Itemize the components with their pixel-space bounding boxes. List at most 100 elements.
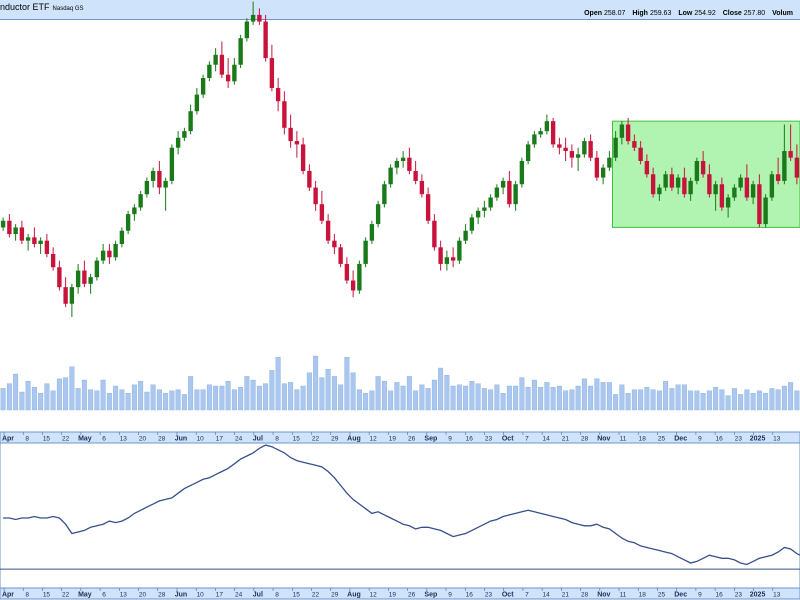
volume-bar xyxy=(725,395,731,411)
volume-bar xyxy=(338,384,344,411)
candle-body xyxy=(413,170,418,181)
upper-axis-label: 23 xyxy=(485,436,493,443)
lower-axis-label: 6 xyxy=(102,592,106,599)
candle-body xyxy=(138,194,143,208)
volume-bar xyxy=(550,387,556,411)
candle-body xyxy=(219,54,225,75)
upper-axis-label: 7 xyxy=(525,436,529,443)
candle-body xyxy=(163,180,168,188)
upper-axis-label: 6 xyxy=(102,436,106,443)
volume-bar xyxy=(150,384,156,411)
candle-body xyxy=(563,147,568,152)
volume-bar xyxy=(794,390,800,411)
candle-body xyxy=(94,260,100,278)
volume-bar xyxy=(25,381,31,411)
volume-bar xyxy=(231,389,237,411)
lower-axis-label: 17 xyxy=(216,592,224,599)
lower-axis-label: 21 xyxy=(562,592,570,599)
volume-bar xyxy=(350,372,356,411)
volume-bar xyxy=(650,389,656,411)
candle-body xyxy=(350,280,356,291)
volume-bar xyxy=(356,389,362,411)
lower-axis-label: 13 xyxy=(773,592,781,599)
candle-body xyxy=(707,174,712,195)
volume-bar xyxy=(569,389,575,411)
volume-bar xyxy=(438,367,444,411)
volume-bar xyxy=(506,385,512,411)
volume-bar xyxy=(581,378,587,411)
candle-body xyxy=(57,267,62,288)
upper-axis-label: Dec xyxy=(674,436,687,443)
volume-bar xyxy=(769,388,775,411)
upper-axis-label: 22 xyxy=(312,436,320,443)
candle-body xyxy=(294,141,300,145)
volume-bar xyxy=(256,385,262,411)
candle-body xyxy=(38,240,43,244)
volume-bar xyxy=(606,382,612,411)
volume-bar xyxy=(763,393,769,411)
candle-body xyxy=(338,247,343,264)
volume-bar xyxy=(731,388,737,411)
candle-body xyxy=(50,253,56,268)
lower-axis-label: 14 xyxy=(543,592,551,599)
volume-bar xyxy=(331,376,337,411)
candle-body xyxy=(513,184,518,205)
volume-bar xyxy=(475,383,481,411)
volume-bar xyxy=(319,377,325,411)
candle-body xyxy=(107,250,112,258)
candle-body xyxy=(788,151,793,158)
volume-bar xyxy=(313,355,319,411)
candle-body xyxy=(550,121,556,145)
candle-body xyxy=(169,147,175,181)
candle-body xyxy=(157,170,162,188)
candle-body xyxy=(525,144,531,161)
volume-bar xyxy=(0,388,6,411)
volume-bar xyxy=(106,393,112,411)
lower-axis-label: 20 xyxy=(139,592,147,599)
volume-bar xyxy=(713,387,719,411)
volume-bar xyxy=(419,384,425,411)
candle-body xyxy=(638,147,643,161)
candle-body xyxy=(44,240,50,254)
chart-canvas: Apr 8 15 22 May 6 13 20 28 Jun 10 17 24 Jul 8 15 22 29 Aug… xyxy=(0,1,800,600)
candle-body xyxy=(19,227,25,241)
candle-body xyxy=(682,177,687,195)
volume-bar xyxy=(181,394,187,411)
candle-body xyxy=(150,170,156,181)
candle-body xyxy=(450,257,456,261)
upper-axis-label: 29 xyxy=(331,436,339,443)
volume-bar xyxy=(194,389,200,411)
upper-axis-label: 17 xyxy=(216,436,224,443)
lower-axis-label: 22 xyxy=(312,592,320,599)
upper-axis-label: 8 xyxy=(275,436,279,443)
volume-bar xyxy=(50,390,56,411)
lower-axis-label: Aug xyxy=(347,592,361,599)
candle-body xyxy=(75,270,81,288)
upper-axis-label: 22 xyxy=(62,436,70,443)
volume-bar xyxy=(413,390,419,411)
volume-bar xyxy=(719,389,725,411)
volume-bar xyxy=(425,388,431,411)
upper-axis-label: 20 xyxy=(139,436,147,443)
lower-axis-label: 8 xyxy=(275,592,279,599)
lower-axis-label: 16 xyxy=(466,592,474,599)
candle-body xyxy=(113,244,118,258)
lower-axis-label: 9 xyxy=(448,592,452,599)
volume-bar xyxy=(663,381,669,411)
candle-body xyxy=(375,204,381,225)
volume-bar xyxy=(81,379,87,411)
volume-bar xyxy=(213,385,219,411)
volume-bar xyxy=(275,357,281,411)
volume-bar xyxy=(775,389,781,411)
lower-axis-label: 25 xyxy=(658,592,666,599)
candle-body xyxy=(463,230,468,241)
volume-bar xyxy=(688,390,694,411)
volume-bar xyxy=(375,376,381,411)
upper-axis-label: Jun xyxy=(175,436,187,443)
volume-bars xyxy=(0,355,800,411)
volume-bar xyxy=(306,372,312,411)
candle-body xyxy=(663,174,668,188)
volume-bar xyxy=(488,389,494,411)
upper-axis-label: May xyxy=(78,436,92,443)
volume-bar xyxy=(300,385,306,411)
